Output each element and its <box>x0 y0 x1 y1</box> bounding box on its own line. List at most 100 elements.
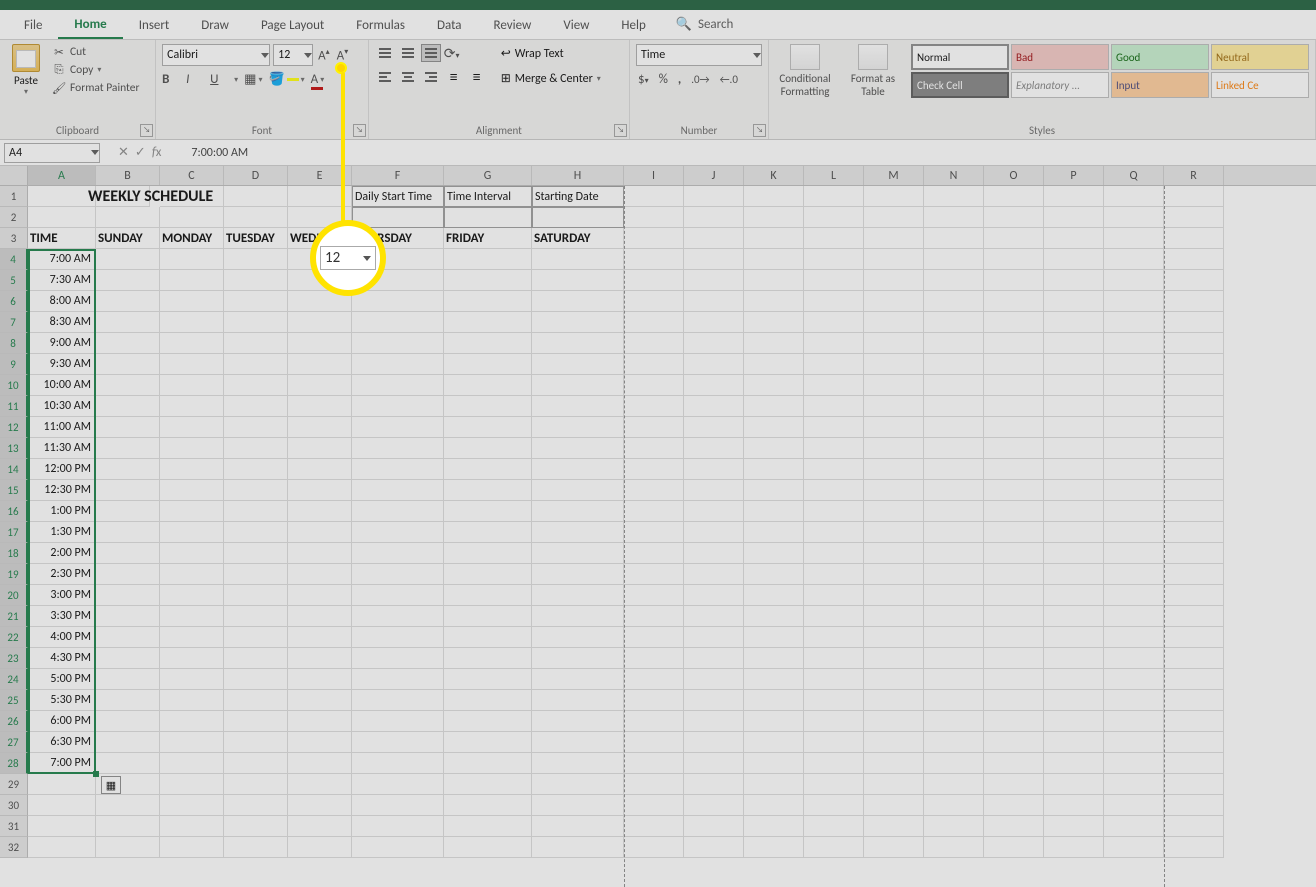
cell-G16[interactable] <box>444 501 532 522</box>
cell-N12[interactable] <box>924 417 984 438</box>
cell-G6[interactable] <box>444 291 532 312</box>
search-box[interactable]: 🔍Search <box>676 17 734 32</box>
cell-P31[interactable] <box>1044 816 1104 837</box>
row-header-5[interactable]: 5 <box>0 270 28 291</box>
cell-A3[interactable]: TIME <box>28 228 96 249</box>
tab-formulas[interactable]: Formulas <box>340 12 421 38</box>
cell-D14[interactable] <box>224 459 288 480</box>
row-header-29[interactable]: 29 <box>0 774 28 795</box>
cell-O12[interactable] <box>984 417 1044 438</box>
cell-H23[interactable] <box>532 648 624 669</box>
cell-G11[interactable] <box>444 396 532 417</box>
cell-I24[interactable] <box>624 669 684 690</box>
cell-C24[interactable] <box>160 669 224 690</box>
cell-Q9[interactable] <box>1104 354 1164 375</box>
row-header-30[interactable]: 30 <box>0 795 28 816</box>
cell-N21[interactable] <box>924 606 984 627</box>
cell-M16[interactable] <box>864 501 924 522</box>
cell-E15[interactable] <box>288 480 352 501</box>
cell-E20[interactable] <box>288 585 352 606</box>
cell-G22[interactable] <box>444 627 532 648</box>
cell-J13[interactable] <box>684 438 744 459</box>
cell-E17[interactable] <box>288 522 352 543</box>
cell-N13[interactable] <box>924 438 984 459</box>
formula-input[interactable]: 7:00:00 AM <box>179 146 1316 160</box>
cell-I22[interactable] <box>624 627 684 648</box>
cell-M14[interactable] <box>864 459 924 480</box>
cell-K5[interactable] <box>744 270 804 291</box>
cell-C26[interactable] <box>160 711 224 732</box>
decrease-decimal-button[interactable]: ←.0 <box>718 73 740 86</box>
cell-I5[interactable] <box>624 270 684 291</box>
cell-R29[interactable] <box>1164 774 1224 795</box>
cell-L16[interactable] <box>804 501 864 522</box>
cell-I14[interactable] <box>624 459 684 480</box>
cell-N25[interactable] <box>924 690 984 711</box>
cell-J30[interactable] <box>684 795 744 816</box>
orientation-button[interactable]: ⟳▾ <box>444 45 460 62</box>
cell-H24[interactable] <box>532 669 624 690</box>
cell-F18[interactable] <box>352 543 444 564</box>
cell-J10[interactable] <box>684 375 744 396</box>
cell-F31[interactable] <box>352 816 444 837</box>
cell-O25[interactable] <box>984 690 1044 711</box>
cell-H20[interactable] <box>532 585 624 606</box>
cell-R10[interactable] <box>1164 375 1224 396</box>
cell-P18[interactable] <box>1044 543 1104 564</box>
cell-M26[interactable] <box>864 711 924 732</box>
cell-E29[interactable] <box>288 774 352 795</box>
cell-D26[interactable] <box>224 711 288 732</box>
cell-G18[interactable] <box>444 543 532 564</box>
cell-N19[interactable] <box>924 564 984 585</box>
cell-L4[interactable] <box>804 249 864 270</box>
cell-G31[interactable] <box>444 816 532 837</box>
row-header-3[interactable]: 3 <box>0 228 28 249</box>
col-header-G[interactable]: G <box>444 166 532 185</box>
cell-B21[interactable] <box>96 606 160 627</box>
cell-E9[interactable] <box>288 354 352 375</box>
cell-K28[interactable] <box>744 753 804 774</box>
cell-G15[interactable] <box>444 480 532 501</box>
cell-K32[interactable] <box>744 837 804 858</box>
cell-F11[interactable] <box>352 396 444 417</box>
cell-M3[interactable] <box>864 228 924 249</box>
tab-page-layout[interactable]: Page Layout <box>245 12 340 38</box>
style-bad[interactable]: Bad <box>1011 44 1109 70</box>
cell-E13[interactable] <box>288 438 352 459</box>
cell-H30[interactable] <box>532 795 624 816</box>
cell-D15[interactable] <box>224 480 288 501</box>
cell-A13[interactable]: 11:30 AM <box>28 438 96 459</box>
name-box[interactable]: A4 <box>4 143 100 163</box>
cell-E30[interactable] <box>288 795 352 816</box>
style-neutral[interactable]: Neutral <box>1211 44 1309 70</box>
cell-F30[interactable] <box>352 795 444 816</box>
cell-E16[interactable] <box>288 501 352 522</box>
cell-Q1[interactable] <box>1104 186 1164 207</box>
cell-F15[interactable] <box>352 480 444 501</box>
cell-K14[interactable] <box>744 459 804 480</box>
cell-Q5[interactable] <box>1104 270 1164 291</box>
cell-B13[interactable] <box>96 438 160 459</box>
col-header-B[interactable]: B <box>96 166 160 185</box>
col-header-P[interactable]: P <box>1044 166 1104 185</box>
cell-E19[interactable] <box>288 564 352 585</box>
cell-J2[interactable] <box>684 207 744 228</box>
cell-B7[interactable] <box>96 312 160 333</box>
cell-D30[interactable] <box>224 795 288 816</box>
tab-home[interactable]: Home <box>58 11 122 39</box>
cell-R25[interactable] <box>1164 690 1224 711</box>
cell-M23[interactable] <box>864 648 924 669</box>
paste-button[interactable]: Paste ▾ <box>6 44 46 97</box>
fill-handle[interactable] <box>93 771 99 777</box>
cell-R7[interactable] <box>1164 312 1224 333</box>
tab-review[interactable]: Review <box>478 12 548 38</box>
cell-D20[interactable] <box>224 585 288 606</box>
cell-M17[interactable] <box>864 522 924 543</box>
cell-I31[interactable] <box>624 816 684 837</box>
cell-H29[interactable] <box>532 774 624 795</box>
cell-J21[interactable] <box>684 606 744 627</box>
cell-G29[interactable] <box>444 774 532 795</box>
cell-O28[interactable] <box>984 753 1044 774</box>
cell-E31[interactable] <box>288 816 352 837</box>
cell-G9[interactable] <box>444 354 532 375</box>
